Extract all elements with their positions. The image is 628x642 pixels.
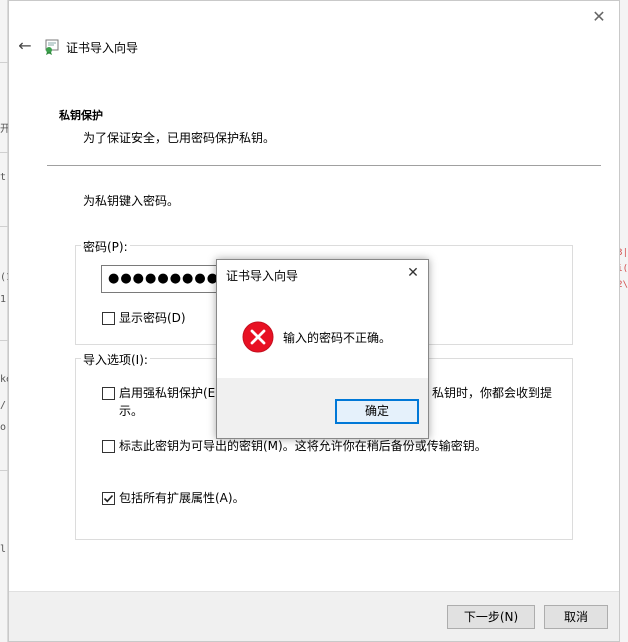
section-description: 为了保证安全，已用密码保护私钥。 xyxy=(83,131,276,145)
section-title: 私钥保护 xyxy=(59,109,103,122)
strong-protection-checkbox[interactable] xyxy=(102,387,115,400)
bg-fragment: 1 xyxy=(0,294,7,305)
close-icon[interactable]: ✕ xyxy=(404,264,422,282)
import-options-legend: 导入选项(I): xyxy=(81,351,150,368)
strong-protection-label-line2: 示。 xyxy=(119,404,144,418)
error-icon xyxy=(242,321,274,353)
error-message: 输入的密码不正确。 xyxy=(283,331,392,345)
show-password-label[interactable]: 显示密码(D) xyxy=(119,309,186,326)
include-extended-properties-checkbox[interactable] xyxy=(102,492,115,505)
strong-protection-label[interactable]: 启用强私钥保护(E) xyxy=(119,384,220,401)
bg-fragment: / xyxy=(0,400,7,411)
password-field[interactable]: ●●●●●●●●●●● xyxy=(101,265,243,293)
header-divider xyxy=(47,165,601,166)
password-legend: 密码(P): xyxy=(81,238,130,255)
exportable-key-label[interactable]: 标志此密钥为可导出的密钥(M)。这将允许你在稍后备份或传输密钥。 xyxy=(119,437,487,454)
wizard-title: 证书导入向导 xyxy=(66,41,139,55)
checkmark-icon xyxy=(103,494,114,503)
dialog-title: 证书导入向导 xyxy=(226,269,299,283)
bg-fragment: o xyxy=(0,422,7,433)
bg-divider xyxy=(0,340,8,341)
back-arrow-icon[interactable]: ← xyxy=(15,36,35,56)
password-prompt: 为私钥键入密码。 xyxy=(83,194,180,208)
show-password-checkbox[interactable] xyxy=(102,312,115,325)
close-icon[interactable]: ✕ xyxy=(589,7,609,27)
ok-button[interactable]: 确定 xyxy=(335,399,419,424)
exportable-key-checkbox[interactable] xyxy=(102,440,115,453)
include-extended-properties-label[interactable]: 包括所有扩展属性(A)。 xyxy=(119,489,245,506)
wizard-button-bar: 下一步(N) 取消 xyxy=(9,591,619,641)
bg-divider xyxy=(0,226,8,227)
bg-divider xyxy=(0,470,8,471)
background-app-right: 3| i( 2\ xyxy=(617,0,628,642)
background-app-left: 开 t. (1 1 ke / o l. xyxy=(0,0,12,642)
strong-protection-label-continued: 私钥时，你都会收到提 xyxy=(432,386,553,400)
bg-divider xyxy=(0,152,8,153)
next-button[interactable]: 下一步(N) xyxy=(447,605,535,629)
error-dialog: 证书导入向导 ✕ 输入的密码不正确。 确定 xyxy=(216,259,429,439)
cancel-button[interactable]: 取消 xyxy=(544,605,608,629)
certificate-icon xyxy=(45,39,59,55)
bg-divider xyxy=(0,62,8,63)
